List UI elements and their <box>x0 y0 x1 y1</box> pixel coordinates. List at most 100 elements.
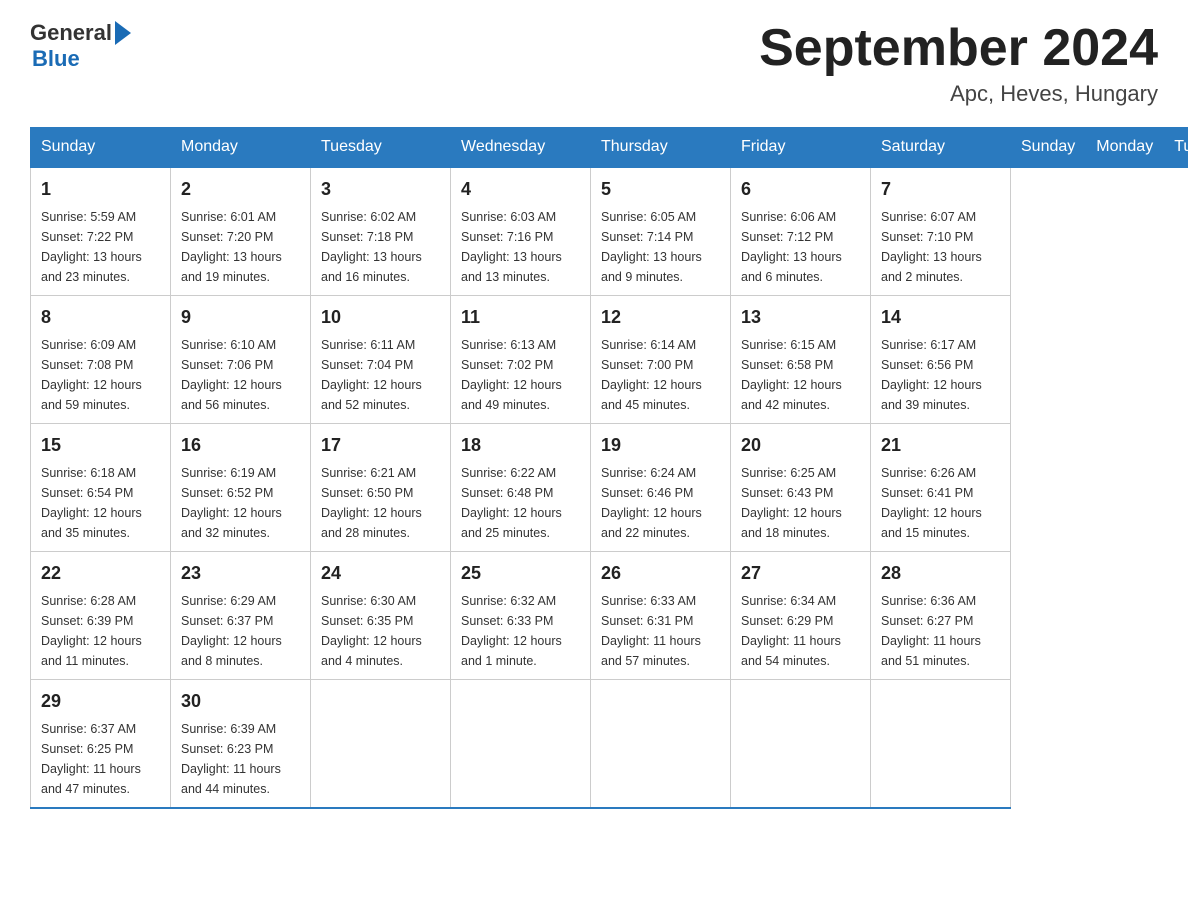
col-header-thursday: Thursday <box>591 128 731 168</box>
calendar-cell: 26 Sunrise: 6:33 AMSunset: 6:31 PMDayligh… <box>591 552 731 680</box>
day-info: Sunrise: 6:39 AMSunset: 6:23 PMDaylight:… <box>181 719 300 799</box>
day-info: Sunrise: 6:06 AMSunset: 7:12 PMDaylight:… <box>741 207 860 287</box>
day-number: 12 <box>601 304 720 331</box>
calendar-week-row: 22 Sunrise: 6:28 AMSunset: 6:39 PMDayligh… <box>31 552 1188 680</box>
calendar-cell <box>731 680 871 809</box>
day-number: 25 <box>461 560 580 587</box>
page-header: General Blue September 2024 Apc, Heves, … <box>30 20 1158 107</box>
day-number: 20 <box>741 432 860 459</box>
day-info: Sunrise: 5:59 AMSunset: 7:22 PMDaylight:… <box>41 207 160 287</box>
day-info: Sunrise: 6:17 AMSunset: 6:56 PMDaylight:… <box>881 335 1000 415</box>
calendar-week-row: 1 Sunrise: 5:59 AMSunset: 7:22 PMDaylight… <box>31 167 1188 296</box>
calendar-cell <box>871 680 1011 809</box>
title-section: September 2024 Apc, Heves, Hungary <box>759 20 1158 107</box>
calendar-cell: 8 Sunrise: 6:09 AMSunset: 7:08 PMDaylight… <box>31 296 171 424</box>
calendar-cell: 10 Sunrise: 6:11 AMSunset: 7:04 PMDayligh… <box>311 296 451 424</box>
day-number: 14 <box>881 304 1000 331</box>
day-info: Sunrise: 6:15 AMSunset: 6:58 PMDaylight:… <box>741 335 860 415</box>
calendar-cell: 7 Sunrise: 6:07 AMSunset: 7:10 PMDaylight… <box>871 167 1011 296</box>
calendar-cell: 22 Sunrise: 6:28 AMSunset: 6:39 PMDayligh… <box>31 552 171 680</box>
day-info: Sunrise: 6:28 AMSunset: 6:39 PMDaylight:… <box>41 591 160 671</box>
day-number: 15 <box>41 432 160 459</box>
day-number: 6 <box>741 176 860 203</box>
col-header-saturday: Saturday <box>871 128 1011 168</box>
day-number: 28 <box>881 560 1000 587</box>
calendar-cell: 28 Sunrise: 6:36 AMSunset: 6:27 PMDayligh… <box>871 552 1011 680</box>
day-number: 16 <box>181 432 300 459</box>
day-info: Sunrise: 6:05 AMSunset: 7:14 PMDaylight:… <box>601 207 720 287</box>
day-info: Sunrise: 6:03 AMSunset: 7:16 PMDaylight:… <box>461 207 580 287</box>
day-info: Sunrise: 6:21 AMSunset: 6:50 PMDaylight:… <box>321 463 440 543</box>
logo-arrow-icon <box>115 21 131 45</box>
col-header-monday: Monday <box>171 128 311 168</box>
calendar-cell <box>311 680 451 809</box>
day-number: 22 <box>41 560 160 587</box>
day-info: Sunrise: 6:36 AMSunset: 6:27 PMDaylight:… <box>881 591 1000 671</box>
day-number: 9 <box>181 304 300 331</box>
calendar-cell: 30Sunrise: 6:39 AMSunset: 6:23 PMDayligh… <box>171 680 311 809</box>
calendar-cell: 2 Sunrise: 6:01 AMSunset: 7:20 PMDaylight… <box>171 167 311 296</box>
day-number: 13 <box>741 304 860 331</box>
logo-general-text: General <box>30 20 112 46</box>
day-number: 26 <box>601 560 720 587</box>
day-info: Sunrise: 6:13 AMSunset: 7:02 PMDaylight:… <box>461 335 580 415</box>
day-number: 18 <box>461 432 580 459</box>
day-number: 5 <box>601 176 720 203</box>
calendar-cell <box>591 680 731 809</box>
calendar-cell: 3Sunrise: 6:02 AMSunset: 7:18 PMDaylight… <box>311 167 451 296</box>
day-number: 17 <box>321 432 440 459</box>
calendar-title: September 2024 <box>759 20 1158 77</box>
day-info: Sunrise: 6:24 AMSunset: 6:46 PMDaylight:… <box>601 463 720 543</box>
calendar-cell: 5 Sunrise: 6:05 AMSunset: 7:14 PMDaylight… <box>591 167 731 296</box>
col-header-sunday: Sunday <box>31 128 171 168</box>
day-info: Sunrise: 6:11 AMSunset: 7:04 PMDaylight:… <box>321 335 440 415</box>
logo-blue-text: Blue <box>32 46 80 72</box>
calendar-cell: 21Sunrise: 6:26 AMSunset: 6:41 PMDayligh… <box>871 424 1011 552</box>
day-number: 7 <box>881 176 1000 203</box>
calendar-cell: 15 Sunrise: 6:18 AMSunset: 6:54 PMDayligh… <box>31 424 171 552</box>
day-info: Sunrise: 6:02 AMSunset: 7:18 PMDaylight:… <box>321 207 440 287</box>
calendar-cell: 4 Sunrise: 6:03 AMSunset: 7:16 PMDaylight… <box>451 167 591 296</box>
calendar-cell: 20 Sunrise: 6:25 AMSunset: 6:43 PMDayligh… <box>731 424 871 552</box>
calendar-cell: 9 Sunrise: 6:10 AMSunset: 7:06 PMDaylight… <box>171 296 311 424</box>
day-number: 8 <box>41 304 160 331</box>
calendar-table: SundayMondayTuesdayWednesdayThursdayFrid… <box>30 127 1188 809</box>
day-info: Sunrise: 6:19 AMSunset: 6:52 PMDaylight:… <box>181 463 300 543</box>
day-info: Sunrise: 6:25 AMSunset: 6:43 PMDaylight:… <box>741 463 860 543</box>
day-number: 23 <box>181 560 300 587</box>
day-info: Sunrise: 6:37 AMSunset: 6:25 PMDaylight:… <box>41 719 160 799</box>
col-header-tuesday: Tuesday <box>311 128 451 168</box>
location-subtitle: Apc, Heves, Hungary <box>759 81 1158 107</box>
day-number: 24 <box>321 560 440 587</box>
day-info: Sunrise: 6:07 AMSunset: 7:10 PMDaylight:… <box>881 207 1000 287</box>
calendar-week-row: 15 Sunrise: 6:18 AMSunset: 6:54 PMDayligh… <box>31 424 1188 552</box>
day-info: Sunrise: 6:22 AMSunset: 6:48 PMDaylight:… <box>461 463 580 543</box>
day-info: Sunrise: 6:18 AMSunset: 6:54 PMDaylight:… <box>41 463 160 543</box>
day-info: Sunrise: 6:30 AMSunset: 6:35 PMDaylight:… <box>321 591 440 671</box>
calendar-week-row: 29 Sunrise: 6:37 AMSunset: 6:25 PMDayligh… <box>31 680 1188 809</box>
col-header-tuesday: Tuesday <box>1164 128 1188 168</box>
calendar-cell <box>451 680 591 809</box>
col-header-monday: Monday <box>1086 128 1164 168</box>
logo: General Blue <box>30 20 131 72</box>
day-number: 29 <box>41 688 160 715</box>
day-number: 19 <box>601 432 720 459</box>
col-header-friday: Friday <box>731 128 871 168</box>
day-info: Sunrise: 6:33 AMSunset: 6:31 PMDaylight:… <box>601 591 720 671</box>
calendar-cell: 29 Sunrise: 6:37 AMSunset: 6:25 PMDayligh… <box>31 680 171 809</box>
calendar-cell: 16 Sunrise: 6:19 AMSunset: 6:52 PMDayligh… <box>171 424 311 552</box>
day-number: 10 <box>321 304 440 331</box>
day-number: 4 <box>461 176 580 203</box>
col-header-sunday: Sunday <box>1011 128 1086 168</box>
day-number: 21 <box>881 432 1000 459</box>
calendar-cell: 25Sunrise: 6:32 AMSunset: 6:33 PMDayligh… <box>451 552 591 680</box>
calendar-cell: 11Sunrise: 6:13 AMSunset: 7:02 PMDayligh… <box>451 296 591 424</box>
calendar-cell: 27Sunrise: 6:34 AMSunset: 6:29 PMDayligh… <box>731 552 871 680</box>
calendar-cell: 12Sunrise: 6:14 AMSunset: 7:00 PMDayligh… <box>591 296 731 424</box>
day-info: Sunrise: 6:01 AMSunset: 7:20 PMDaylight:… <box>181 207 300 287</box>
day-number: 2 <box>181 176 300 203</box>
day-info: Sunrise: 6:10 AMSunset: 7:06 PMDaylight:… <box>181 335 300 415</box>
day-number: 1 <box>41 176 160 203</box>
day-info: Sunrise: 6:09 AMSunset: 7:08 PMDaylight:… <box>41 335 160 415</box>
calendar-cell: 23Sunrise: 6:29 AMSunset: 6:37 PMDayligh… <box>171 552 311 680</box>
